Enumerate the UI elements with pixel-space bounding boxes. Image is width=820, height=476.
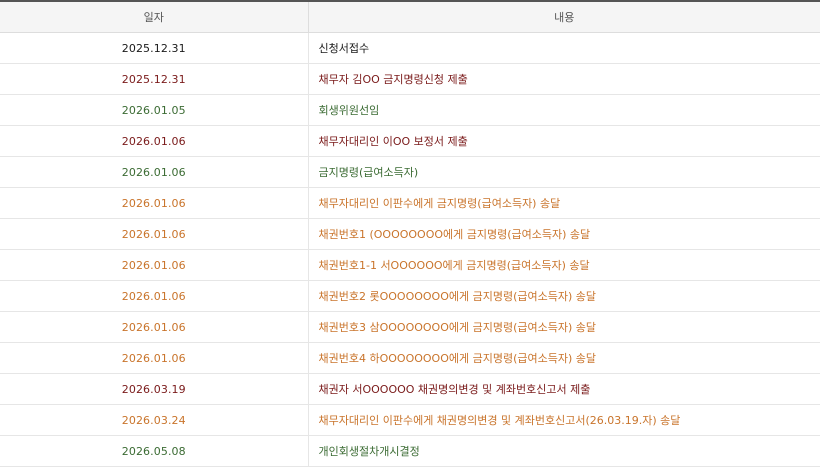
content-column-header: 내용	[308, 1, 820, 33]
row-content: 채권번호4 하OOOOOOOO에게 금지명령(급여소득자) 송달	[308, 342, 820, 374]
row-content: 채권번호1-1 서OOOOOO에게 금지명령(급여소득자) 송달	[308, 249, 820, 281]
row-date: 2026.03.24	[0, 404, 309, 436]
row-content: 금지명령(급여소득자)	[308, 156, 820, 188]
row-date: 2026.01.06	[0, 249, 309, 281]
row-content: 채권번호2 롯OOOOOOOO에게 금지명령(급여소득자) 송달	[308, 280, 820, 312]
table-row: 2026.01.06 채권번호3 삼OOOOOOOO에게 금지명령(급여소득자) …	[0, 311, 820, 343]
row-content: 채권번호3 삼OOOOOOOO에게 금지명령(급여소득자) 송달	[308, 311, 820, 343]
row-date: 2026.01.06	[0, 342, 309, 374]
row-date: 2025.12.31	[0, 32, 309, 64]
table-row: 2026.01.06 채권번호1 (OOOOOOOO에게 금지명령(급여소득자) …	[0, 218, 820, 250]
row-content: 채무자대리인 이판수에게 금지명령(급여소득자) 송달	[308, 187, 820, 219]
table-row: 2026.01.05 회생위원선임	[0, 94, 820, 126]
table-row: 2026.03.24 채무자대리인 이판수에게 채권명의변경 및 계좌번호신고서(…	[0, 404, 820, 436]
row-content: 채무자대리인 이OO 보정서 제출	[308, 125, 820, 157]
table-row: 2026.01.06 채권번호1-1 서OOOOOO에게 금지명령(급여소득자) …	[0, 249, 820, 281]
case-progress-table: 일자 내용 2025.12.31 신청서접수 2025.12.31 채무자 김OO 금…	[0, 0, 820, 467]
table-row: 2026.03.19 채권자 서OOOOOO 채권명의변경 및 계좌번호신고서 제…	[0, 373, 820, 405]
row-content: 채무자 김OO 금지명령신청 제출	[308, 63, 820, 95]
date-column-header: 일자	[0, 1, 309, 33]
row-date: 2026.01.06	[0, 311, 309, 343]
row-content: 채권번호1 (OOOOOOOO에게 금지명령(급여소득자) 송달	[308, 218, 820, 250]
row-date: 2026.05.08	[0, 435, 309, 467]
row-date: 2026.01.05	[0, 94, 309, 126]
table-row: 2026.01.06 채권번호4 하OOOOOOOO에게 금지명령(급여소득자) …	[0, 342, 820, 374]
row-content: 채무자대리인 이판수에게 채권명의변경 및 계좌번호신고서(26.03.19.자…	[308, 404, 820, 436]
table-row: 2026.01.06 채무자대리인 이OO 보정서 제출	[0, 125, 820, 157]
row-date: 2026.01.06	[0, 187, 309, 219]
table-row: 2026.05.08 개인회생절차개시결정	[0, 435, 820, 467]
row-content: 신청서접수	[308, 32, 820, 64]
table-row: 2025.12.31 신청서접수	[0, 32, 820, 64]
row-date: 2026.01.06	[0, 280, 309, 312]
row-content: 회생위원선임	[308, 94, 820, 126]
row-date: 2026.01.06	[0, 156, 309, 188]
row-date: 2026.01.06	[0, 125, 309, 157]
table-row: 2025.12.31 채무자 김OO 금지명령신청 제출	[0, 63, 820, 95]
table-row: 2026.01.06 채무자대리인 이판수에게 금지명령(급여소득자) 송달	[0, 187, 820, 219]
row-date: 2025.12.31	[0, 63, 309, 95]
table-header-row: 일자 내용	[0, 1, 820, 33]
row-date: 2026.01.06	[0, 218, 309, 250]
table-body: 2025.12.31 신청서접수 2025.12.31 채무자 김OO 금지명령신청 …	[0, 32, 820, 467]
row-content: 개인회생절차개시결정	[308, 435, 820, 467]
row-content: 채권자 서OOOOOO 채권명의변경 및 계좌번호신고서 제출	[308, 373, 820, 405]
table-row: 2026.01.06 금지명령(급여소득자)	[0, 156, 820, 188]
row-date: 2026.03.19	[0, 373, 309, 405]
table-row: 2026.01.06 채권번호2 롯OOOOOOOO에게 금지명령(급여소득자) …	[0, 280, 820, 312]
